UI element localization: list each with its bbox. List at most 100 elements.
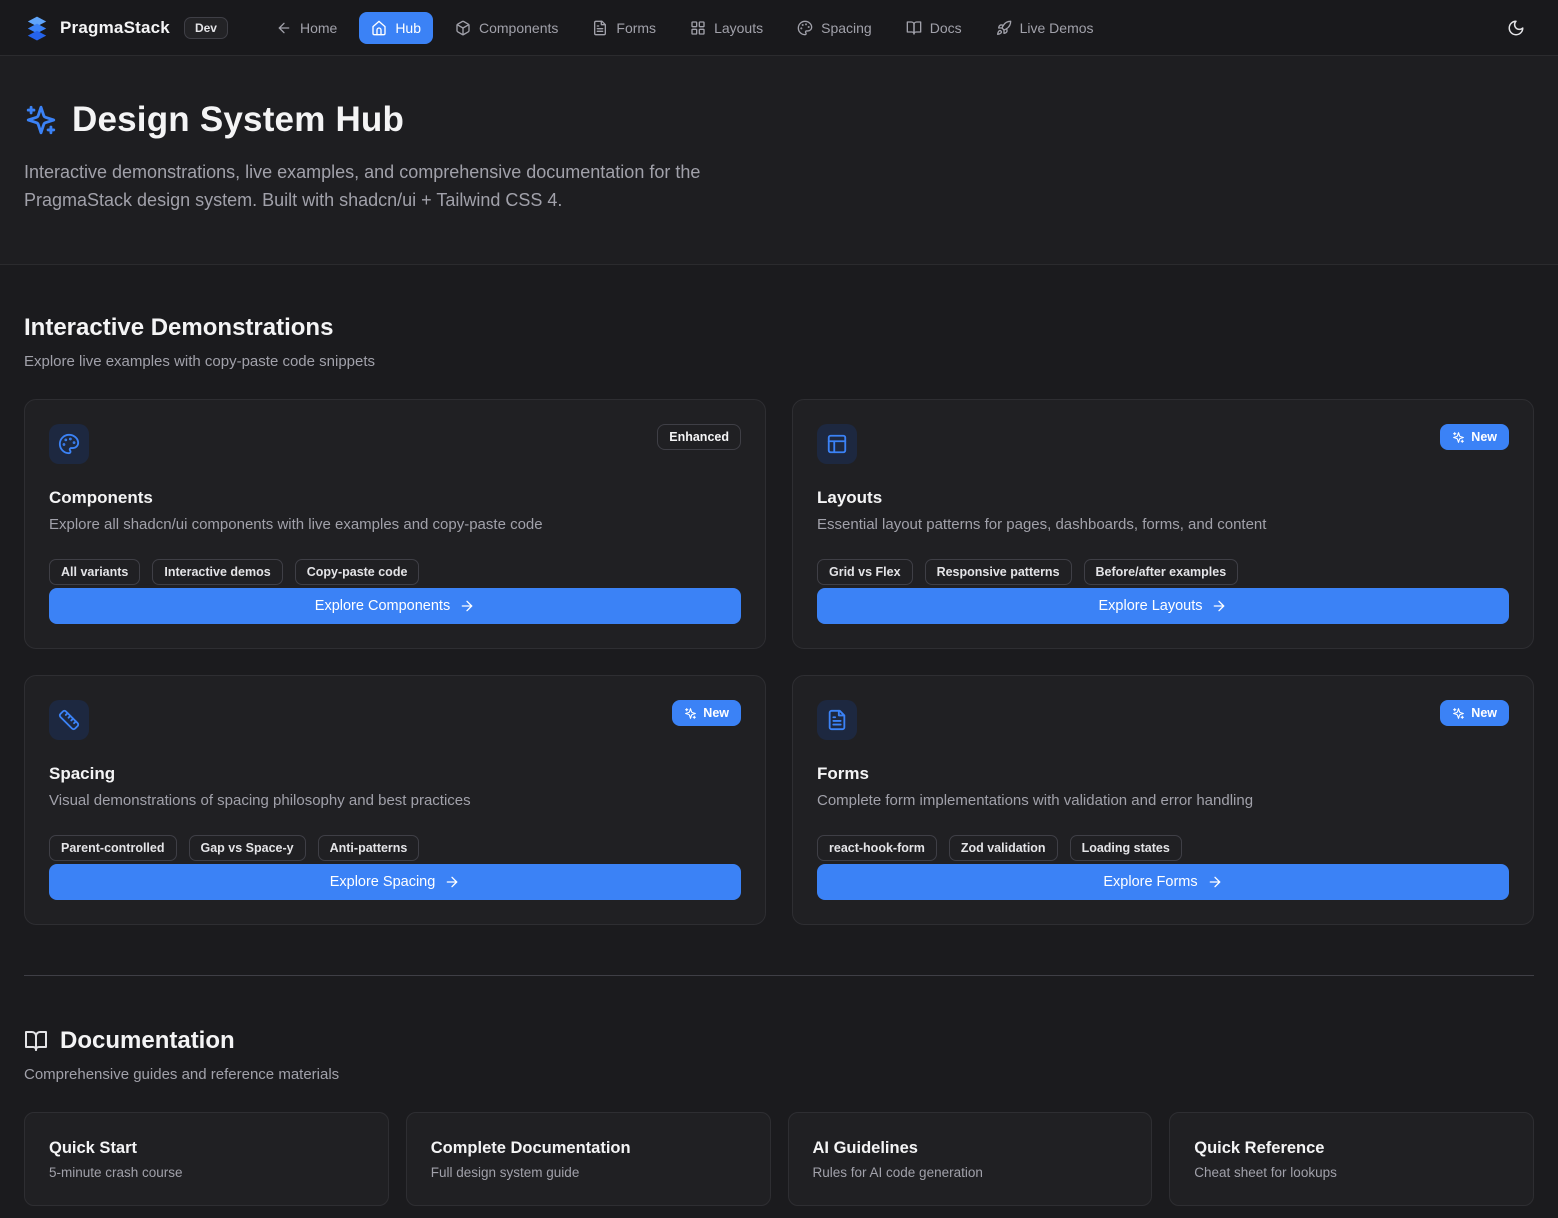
docs-heading-label: Documentation — [60, 1026, 235, 1056]
nav-item-components[interactable]: Components — [443, 12, 570, 44]
doc-card-ai-guidelines[interactable]: AI Guidelines Rules for AI code generati… — [788, 1112, 1153, 1206]
docs-subheading: Comprehensive guides and reference mater… — [24, 1064, 1534, 1086]
nav-item-live-demos[interactable]: Live Demos — [984, 12, 1106, 44]
demos-section-header: Interactive Demonstrations Explore live … — [24, 313, 1534, 373]
rocket-icon — [996, 20, 1012, 36]
card-tag: react-hook-form — [817, 835, 937, 861]
card-tag: Parent-controlled — [49, 835, 177, 861]
home-icon — [371, 20, 387, 36]
page-subtitle: Interactive demonstrations, live example… — [24, 158, 769, 214]
brand-name: PragmaStack — [60, 18, 170, 38]
card-badge: New — [672, 700, 741, 726]
file-text-icon — [592, 20, 608, 36]
doc-card-title: AI Guidelines — [813, 1139, 1128, 1158]
card-tag: Gap vs Space-y — [189, 835, 306, 861]
section-divider — [24, 975, 1534, 976]
doc-card-complete-documentation[interactable]: Complete Documentation Full design syste… — [406, 1112, 771, 1206]
card-tag: Anti-patterns — [318, 835, 420, 861]
card-title: Layouts — [817, 488, 1509, 508]
sparkles-icon — [1452, 431, 1465, 444]
arrow-right-icon — [1207, 874, 1223, 890]
nav-item-label: Live Demos — [1020, 20, 1094, 36]
package-icon — [455, 20, 471, 36]
nav-item-label: Components — [479, 20, 558, 36]
explore-forms-button[interactable]: Explore Forms — [817, 864, 1509, 900]
nav-item-label: Forms — [616, 20, 656, 36]
demos-heading: Interactive Demonstrations — [24, 313, 1534, 343]
docs-heading: Documentation — [24, 1026, 1534, 1056]
card-tag: Responsive patterns — [925, 559, 1072, 585]
nav-item-layouts[interactable]: Layouts — [678, 12, 775, 44]
doc-card-quick-start[interactable]: Quick Start 5-minute crash course — [24, 1112, 389, 1206]
card-tag: All variants — [49, 559, 140, 585]
demo-card-forms: New Forms Complete form implementations … — [792, 675, 1534, 925]
hero-section: Design System Hub Interactive demonstrat… — [0, 56, 1558, 265]
card-description: Visual demonstrations of spacing philoso… — [49, 791, 741, 811]
sparkles-icon — [684, 707, 697, 720]
card-tags: react-hook-form Zod validation Loading sta… — [817, 835, 1509, 861]
layout-panel-icon — [826, 433, 848, 455]
explore-spacing-button[interactable]: Explore Spacing — [49, 864, 741, 900]
doc-card-title: Complete Documentation — [431, 1139, 746, 1158]
theme-toggle-button[interactable] — [1498, 10, 1534, 46]
layout-grid-icon — [690, 20, 706, 36]
navbar: PragmaStack Dev Home Hub Components Form… — [0, 0, 1558, 56]
card-tag: Before/after examples — [1084, 559, 1239, 585]
page-title: Design System Hub — [72, 100, 404, 140]
explore-layouts-button[interactable]: Explore Layouts — [817, 588, 1509, 624]
ruler-icon — [58, 709, 80, 731]
main-content: Interactive Demonstrations Explore live … — [0, 313, 1558, 1206]
sparkles-icon — [1452, 707, 1465, 720]
card-badge: Enhanced — [657, 424, 741, 450]
brand: PragmaStack Dev — [24, 15, 228, 41]
card-badge: New — [1440, 700, 1509, 726]
card-tags: Grid vs Flex Responsive patterns Before/af… — [817, 559, 1509, 585]
card-description: Complete form implementations with valid… — [817, 791, 1509, 811]
demos-subheading: Explore live examples with copy-paste co… — [24, 351, 1534, 373]
doc-card-grid: Quick Start 5-minute crash course Comple… — [24, 1112, 1534, 1206]
nav-item-label: Hub — [395, 20, 421, 36]
moon-icon — [1507, 19, 1525, 37]
arrow-left-icon — [276, 20, 292, 36]
card-tag: Interactive demos — [152, 559, 282, 585]
doc-card-title: Quick Reference — [1194, 1139, 1509, 1158]
arrow-right-icon — [1211, 598, 1227, 614]
arrow-right-icon — [459, 598, 475, 614]
doc-card-title: Quick Start — [49, 1139, 364, 1158]
nav-item-forms[interactable]: Forms — [580, 12, 668, 44]
card-title: Spacing — [49, 764, 741, 784]
demo-card-layouts: New Layouts Essential layout patterns fo… — [792, 399, 1534, 649]
main-nav: Home Hub Components Forms Layouts Spacin… — [264, 12, 1462, 44]
doc-card-subtitle: Rules for AI code generation — [813, 1165, 1128, 1180]
doc-card-subtitle: 5-minute crash course — [49, 1165, 364, 1180]
nav-item-home[interactable]: Home — [264, 12, 349, 44]
card-title: Forms — [817, 764, 1509, 784]
file-text-icon — [826, 709, 848, 731]
palette-icon — [797, 20, 813, 36]
card-badge: New — [1440, 424, 1509, 450]
doc-card-quick-reference[interactable]: Quick Reference Cheat sheet for lookups — [1169, 1112, 1534, 1206]
book-open-icon — [906, 20, 922, 36]
layers-icon — [24, 15, 50, 41]
card-title: Components — [49, 488, 741, 508]
nav-item-docs[interactable]: Docs — [894, 12, 974, 44]
demo-card-grid: Enhanced Components Explore all shadcn/u… — [24, 399, 1534, 925]
palette-icon — [58, 433, 80, 455]
card-description: Essential layout patterns for pages, das… — [817, 515, 1509, 535]
card-tag: Loading states — [1070, 835, 1182, 861]
demo-card-spacing: New Spacing Visual demonstrations of spa… — [24, 675, 766, 925]
sparkles-icon — [24, 103, 58, 137]
env-badge: Dev — [184, 17, 228, 39]
nav-item-hub[interactable]: Hub — [359, 12, 433, 44]
card-tag: Grid vs Flex — [817, 559, 913, 585]
docs-section-header: Documentation Comprehensive guides and r… — [24, 1026, 1534, 1086]
nav-item-label: Home — [300, 20, 337, 36]
card-tag: Copy-paste code — [295, 559, 420, 585]
explore-components-button[interactable]: Explore Components — [49, 588, 741, 624]
nav-item-label: Spacing — [821, 20, 872, 36]
card-description: Explore all shadcn/ui components with li… — [49, 515, 741, 535]
nav-item-label: Docs — [930, 20, 962, 36]
nav-item-spacing[interactable]: Spacing — [785, 12, 884, 44]
book-open-icon — [24, 1029, 48, 1053]
card-tag: Zod validation — [949, 835, 1058, 861]
